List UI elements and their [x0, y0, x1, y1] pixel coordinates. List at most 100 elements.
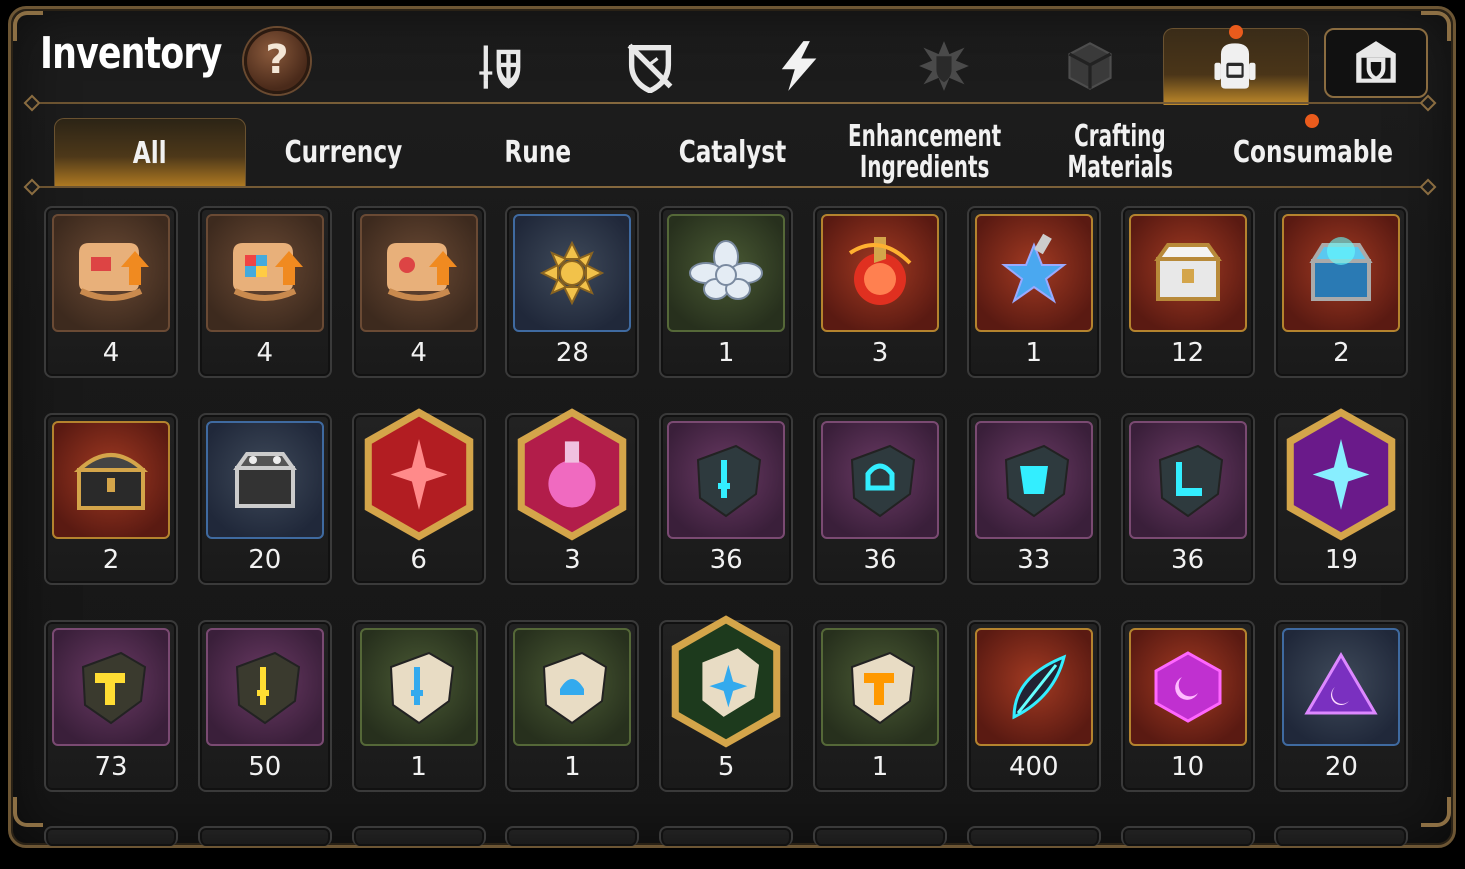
- item-count: 5: [717, 752, 735, 782]
- item-slot[interactable]: 1: [351, 620, 486, 792]
- item-count: 2: [102, 545, 120, 575]
- item-slot-partial[interactable]: [966, 826, 1101, 846]
- item-slot[interactable]: 6: [351, 407, 486, 585]
- divider: [30, 102, 1430, 104]
- item-slot[interactable]: 73: [44, 620, 178, 792]
- black-gold-chest-icon: [52, 421, 170, 539]
- item-slot[interactable]: 2: [44, 413, 178, 585]
- pink-potion-crystal-icon: [513, 407, 631, 541]
- item-count: 20: [1324, 752, 1358, 782]
- item-slot-partial[interactable]: [813, 826, 947, 846]
- pale-hammer-stone-icon: [821, 628, 939, 746]
- silver-flower-crystal-icon: [667, 214, 786, 332]
- item-slot[interactable]: 20: [197, 413, 332, 585]
- item-slot-partial[interactable]: [197, 826, 332, 846]
- item-count: 4: [410, 338, 427, 368]
- tab-enhancement-ingredients[interactable]: Enhancement Ingredients: [830, 118, 1020, 186]
- item-count: 6: [410, 545, 427, 575]
- notification-dot: [1229, 25, 1243, 39]
- item-count: 3: [564, 545, 581, 575]
- category-emblem-button[interactable]: [912, 36, 976, 96]
- tab-label-line: Enhancement: [848, 119, 1002, 154]
- item-slot[interactable]: 36: [813, 413, 947, 585]
- item-slot[interactable]: 10: [1120, 620, 1255, 792]
- tab-currency[interactable]: Currency: [248, 118, 438, 186]
- frame-corner: [1421, 797, 1451, 827]
- item-slot-partial[interactable]: [44, 826, 178, 846]
- item-slot[interactable]: 3: [505, 407, 640, 585]
- item-slot-partial[interactable]: [1120, 826, 1255, 846]
- tab-crafting-materials[interactable]: Crafting Materials: [1025, 118, 1215, 186]
- item-count: 10: [1171, 752, 1205, 782]
- upgrade-scroll-rainbow-icon: [205, 214, 324, 332]
- category-equipment-button[interactable]: [470, 36, 534, 96]
- category-inventory-icon-wrap: [1203, 36, 1267, 96]
- item-slot[interactable]: 1: [505, 620, 640, 792]
- item-count: 4: [256, 338, 274, 368]
- item-slot[interactable]: 50: [197, 620, 332, 792]
- castle-shield-icon: [1356, 41, 1396, 83]
- item-count: 20: [248, 545, 282, 575]
- item-slot[interactable]: 12: [1120, 206, 1255, 378]
- red-potion-icon: [821, 214, 939, 332]
- item-count: 4: [102, 338, 120, 368]
- category-defense-button[interactable]: [618, 36, 682, 96]
- item-slot[interactable]: 400: [966, 620, 1101, 792]
- blue-star-potion-icon: [974, 214, 1093, 332]
- cyan-sword-stone-icon: [667, 421, 786, 539]
- item-slot[interactable]: 36: [1120, 413, 1255, 585]
- tab-label-line: Ingredients: [860, 150, 990, 185]
- category-skill-button[interactable]: [766, 36, 830, 96]
- category-material-button[interactable]: [1058, 36, 1122, 96]
- tab-label-line: Materials: [1067, 150, 1173, 185]
- item-slot-partial[interactable]: [1274, 826, 1409, 846]
- pale-star-stone-icon: [667, 614, 785, 748]
- item-count: 2: [1333, 338, 1350, 368]
- item-slot[interactable]: 4: [351, 206, 486, 378]
- purple-moon-prism-icon: [1282, 628, 1401, 746]
- item-slot[interactable]: 20: [1274, 620, 1409, 792]
- cyan-helmet-stone-icon: [821, 421, 939, 539]
- item-slot[interactable]: 4: [44, 206, 178, 378]
- item-slot[interactable]: 1: [813, 620, 947, 792]
- broken-shield-icon: [627, 43, 673, 93]
- purple-moon-gem-icon: [1128, 628, 1247, 746]
- item-slot[interactable]: 1: [659, 206, 794, 378]
- item-count: 19: [1324, 545, 1358, 575]
- tab-rune[interactable]: Rune: [443, 118, 633, 186]
- item-slot[interactable]: 5: [659, 614, 794, 792]
- pale-sword-stone-icon: [359, 628, 478, 746]
- item-slot[interactable]: 28: [505, 206, 640, 378]
- page-title: Inventory: [40, 28, 222, 79]
- yellow-sword-stone-icon: [205, 628, 324, 746]
- tab-consumable[interactable]: Consumable: [1218, 118, 1408, 186]
- tab-all[interactable]: All: [54, 118, 246, 187]
- item-slot[interactable]: 1: [966, 206, 1101, 378]
- help-button[interactable]: ?: [244, 28, 310, 94]
- item-count: 1: [564, 752, 581, 782]
- item-count: 400: [1008, 752, 1059, 782]
- item-slot[interactable]: 3: [813, 206, 947, 378]
- item-count: 12: [1171, 338, 1205, 368]
- item-slot[interactable]: 2: [1274, 206, 1409, 378]
- item-slot[interactable]: 19: [1274, 407, 1409, 585]
- item-slot-partial[interactable]: [659, 826, 794, 846]
- item-slot[interactable]: 4: [197, 206, 332, 378]
- item-count: 50: [248, 752, 282, 782]
- tab-catalyst[interactable]: Catalyst: [637, 118, 827, 186]
- item-slot-partial[interactable]: [351, 826, 486, 846]
- item-count: 28: [555, 338, 589, 368]
- gold-silver-chest-icon: [1128, 214, 1247, 332]
- tab-label-line: Crafting: [1074, 119, 1166, 154]
- item-slot[interactable]: 33: [966, 413, 1101, 585]
- lightning-icon: [781, 41, 817, 91]
- yellow-hammer-stone-icon: [52, 628, 170, 746]
- divider: [30, 186, 1430, 188]
- item-count: 1: [1025, 338, 1043, 368]
- item-slot-partial[interactable]: [505, 826, 640, 846]
- category-guild-button[interactable]: [1324, 28, 1428, 98]
- backpack-icon: [1214, 43, 1256, 89]
- item-slot[interactable]: 36: [659, 413, 794, 585]
- cyan-boots-stone-icon: [1128, 421, 1247, 539]
- item-count: 33: [1017, 545, 1051, 575]
